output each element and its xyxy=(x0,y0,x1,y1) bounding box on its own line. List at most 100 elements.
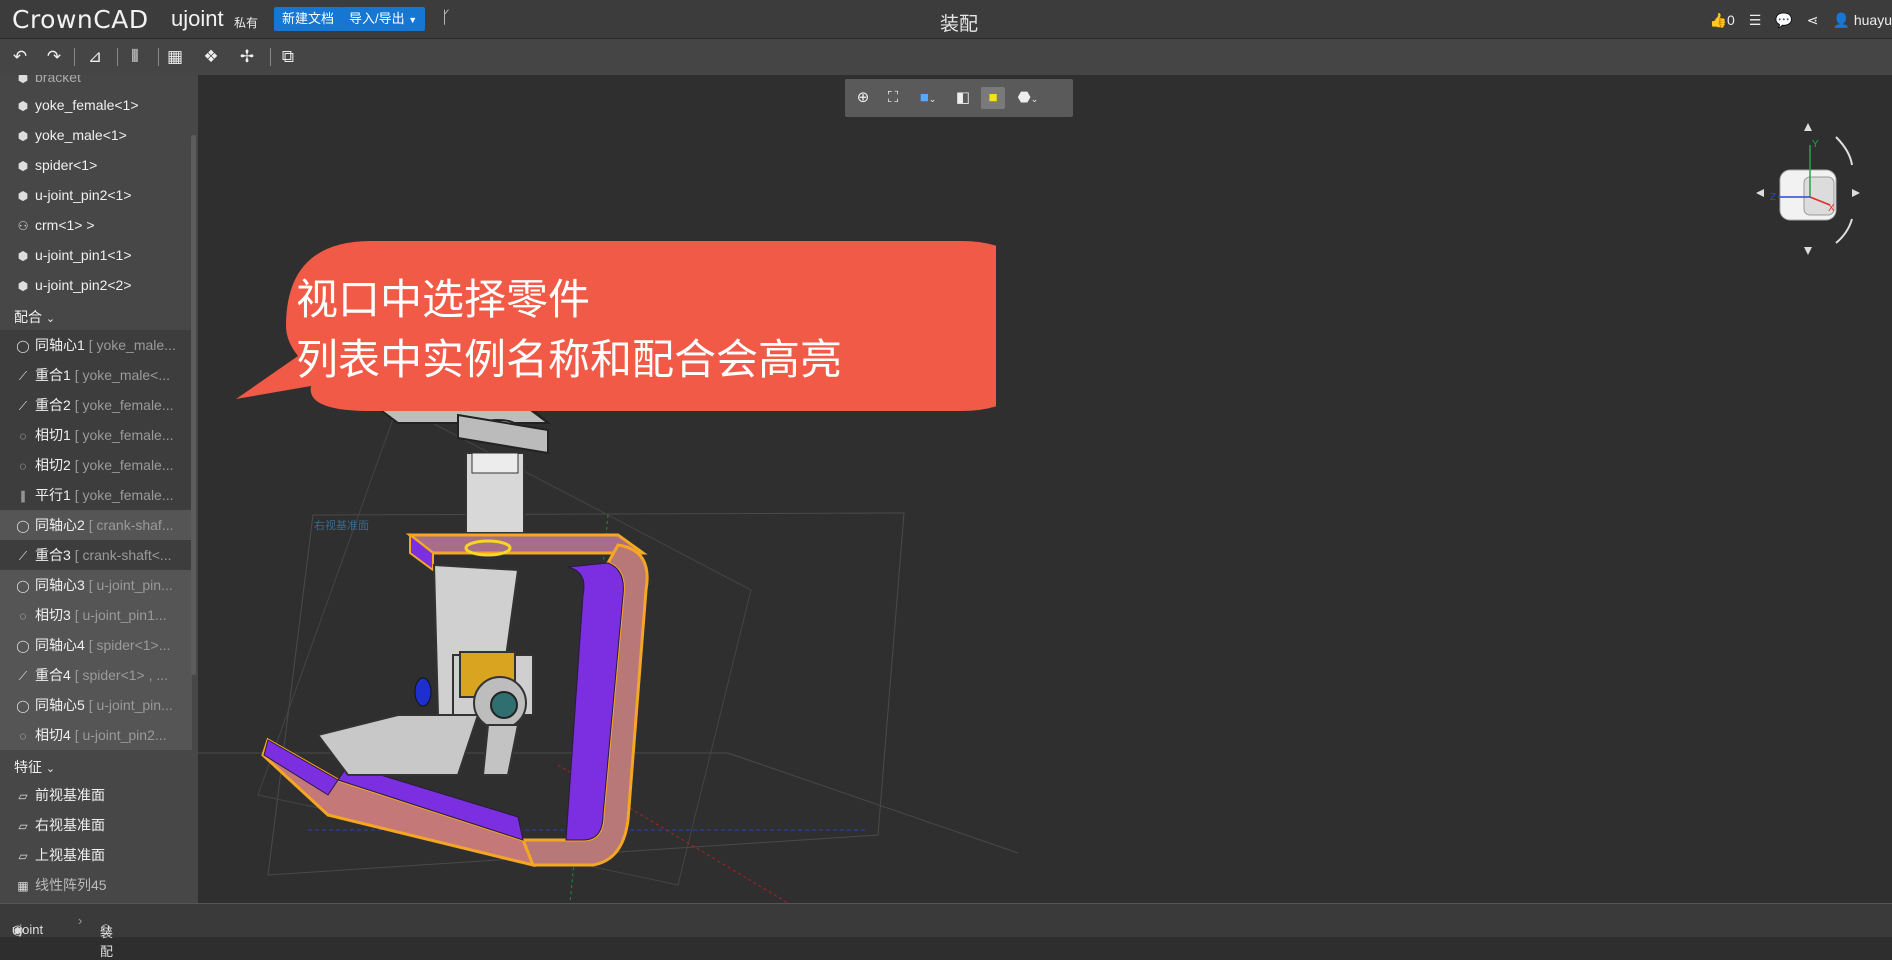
mate-ref: [ crank-shaft<... xyxy=(74,547,172,563)
rotate-right-icon[interactable] xyxy=(1852,189,1860,197)
insert-part-icon[interactable]: ⊿ xyxy=(84,46,106,68)
tree-item-feature[interactable]: ▦ 线性阵列45 xyxy=(0,870,192,900)
list-icon[interactable]: ☰ xyxy=(1749,12,1762,29)
document-name[interactable]: ujoint xyxy=(171,6,224,32)
mate-label: 重合4 xyxy=(35,667,71,683)
display-style-icon[interactable]: ⬣⌄ xyxy=(1011,87,1045,109)
part-icon: ⬢ xyxy=(17,279,29,293)
rotate-left-icon[interactable] xyxy=(1756,189,1764,197)
mate-item[interactable]: ◯ 同轴心1 [ yoke_male... xyxy=(0,330,192,360)
undo-icon[interactable]: ↶ xyxy=(9,46,31,68)
part-icon: ⬢ xyxy=(17,189,29,203)
section-view-icon[interactable]: ◧ xyxy=(951,87,975,109)
share-icon[interactable]: ⋖ xyxy=(1807,12,1819,29)
like-button[interactable]: 👍0 xyxy=(1710,12,1735,29)
grid-pattern-icon[interactable]: ▦ xyxy=(164,46,186,68)
circular-pattern-icon[interactable]: ✢ xyxy=(236,46,258,68)
tree-item-part[interactable]: ⬢ u-joint_pin2<1> xyxy=(0,180,192,210)
tangent-icon: ◌ xyxy=(19,609,27,623)
feature-label: 右视基准面 xyxy=(35,817,105,833)
rotate-up-icon[interactable] xyxy=(1804,123,1812,131)
u-joint-pin[interactable] xyxy=(490,691,518,719)
features-section-header[interactable]: 特征 ⌄ xyxy=(14,757,55,777)
part-label: yoke_male<1> xyxy=(35,127,127,143)
yoke-male-arm xyxy=(481,724,520,776)
view-cube[interactable]: Y Z X xyxy=(1748,115,1868,265)
assembly-model[interactable]: 右视基准面 xyxy=(198,75,1892,903)
import-export-button[interactable]: 导入/导出 ▼ xyxy=(341,7,426,31)
zoom-icon[interactable]: ⊕ xyxy=(851,87,875,109)
tree-item-subassembly[interactable]: ⚇ crm<1> > xyxy=(0,210,192,240)
tree-item-feature[interactable]: ▱ 前视基准面 xyxy=(0,780,192,810)
mate-item-highlighted[interactable]: ◯ 同轴心3 [ u-joint_pin... xyxy=(0,570,192,600)
mates-section-header[interactable]: 配合 ⌄ xyxy=(14,307,55,327)
mate-item-highlighted[interactable]: ⟋ 重合4 [ spider<1> , ... xyxy=(0,660,192,690)
callout-line-2: 列表中实例名称和配合会高亮 xyxy=(296,335,843,384)
roll-ccw-icon[interactable] xyxy=(1835,218,1853,244)
shaded-display-icon[interactable]: ■ xyxy=(981,87,1005,109)
features-section-label: 特征 xyxy=(14,759,42,775)
new-document-button[interactable]: 新建文档 xyxy=(274,7,343,31)
u-joint-pin[interactable] xyxy=(414,677,432,707)
tree-item-feature[interactable]: ▱ 上视基准面 xyxy=(0,840,192,870)
mate-item[interactable]: ◌ 相切2 [ yoke_female... xyxy=(0,450,192,480)
mate-item-highlighted[interactable]: ◌ 相切4 [ u-joint_pin2... xyxy=(0,720,192,750)
tree-item-part[interactable]: ⬢ u-joint_pin1<1> xyxy=(0,240,192,270)
mate-item[interactable]: ∥ 平行1 [ yoke_female... xyxy=(0,480,192,510)
comment-icon[interactable]: 💬 xyxy=(1775,12,1792,29)
branch-icon[interactable]: ᚴ xyxy=(441,8,451,28)
redo-icon[interactable]: ↷ xyxy=(43,46,65,68)
mate-item-highlighted[interactable]: ◯ 同轴心4 [ spider<1>... xyxy=(0,630,192,660)
x-axis-label: X xyxy=(1828,203,1835,214)
tree-item-part[interactable]: ⬢ spider<1> xyxy=(0,150,192,180)
mate-item-highlighted[interactable]: ◯ 同轴心5 [ u-joint_pin... xyxy=(0,690,192,720)
tangent-icon: ◌ xyxy=(19,459,27,473)
feature-label: 前视基准面 xyxy=(35,787,105,803)
view-orientation-icon[interactable]: ■⌄ xyxy=(911,87,945,109)
toolbar-divider xyxy=(117,48,118,66)
mate-item[interactable]: ⟋ 重合2 [ yoke_female... xyxy=(0,390,192,420)
part-label: u-joint_pin1<1> xyxy=(35,247,132,263)
plane-label: 右视基准面 xyxy=(314,518,369,532)
mate-item[interactable]: ⟋ 重合3 [ crank-shaft<... xyxy=(0,540,192,570)
tree-item-part[interactable]: ⬢ yoke_female<1> xyxy=(0,90,192,120)
chevron-down-icon: ▼ xyxy=(408,15,418,25)
mate-ref: [ u-joint_pin... xyxy=(88,697,173,713)
yoke-male-body[interactable] xyxy=(316,714,480,776)
callout-text: 视口中选择零件 列表中实例名称和配合会高亮 xyxy=(296,270,842,390)
mate-item[interactable]: ⟋ 重合1 [ yoke_male<... xyxy=(0,360,192,390)
sidebar-scrollbar[interactable] xyxy=(191,135,196,675)
yoke-female-top[interactable] xyxy=(405,533,648,555)
mate-label: 平行1 xyxy=(35,487,71,503)
rotate-down-icon[interactable] xyxy=(1804,247,1812,255)
concentric-icon: ◯ xyxy=(16,339,30,353)
app-logo[interactable]: CrownCAD xyxy=(12,5,149,34)
concentric-icon: ◯ xyxy=(16,579,30,593)
shaft-collar xyxy=(471,452,519,474)
tangent-icon: ◌ xyxy=(19,729,27,743)
mate-item-highlighted[interactable]: ◯ 同轴心2 [ crank-shaf... xyxy=(0,510,192,540)
mate-item[interactable]: ◌ 相切1 [ yoke_female... xyxy=(0,420,192,450)
user-name: huayu xyxy=(1853,11,1892,28)
plane-icon: ▱ xyxy=(18,789,28,803)
tree-item-part[interactable]: ⬢ u-joint_pin2<2> xyxy=(0,270,192,300)
coincident-icon: ⟋ xyxy=(18,549,28,563)
part-icon: ⬢ xyxy=(17,99,29,113)
toolbar-divider xyxy=(270,48,271,66)
roll-cw-icon[interactable] xyxy=(1835,136,1853,166)
chevron-down-icon: ⌄ xyxy=(45,763,56,775)
tree-item-part[interactable]: ⬢ yoke_male<1> xyxy=(0,120,192,150)
mate-icon[interactable]: ❖ xyxy=(200,46,222,68)
plane-icon: ▱ xyxy=(18,849,28,863)
mirror-icon[interactable]: ⫴ xyxy=(124,46,146,68)
assembly-icon: ⚇ xyxy=(17,219,29,233)
fit-view-icon[interactable]: ⛶ xyxy=(881,87,905,109)
tree-item-feature[interactable]: ▱ 右视基准面 xyxy=(0,810,192,840)
mate-item-highlighted[interactable]: ◌ 相切3 [ u-joint_pin1... xyxy=(0,600,192,630)
feature-label: 线性阵列45 xyxy=(35,877,107,893)
user-menu[interactable]: 👤 huayu xyxy=(1833,12,1892,29)
mate-ref: [ yoke_male... xyxy=(88,337,176,353)
3d-viewport[interactable]: 右视基准面 ⊕ ⛶ ■⌄ ◧ ■ ⬣⌄ Y Z X xyxy=(198,75,1892,903)
explode-view-icon[interactable]: ⧉ xyxy=(277,46,299,68)
viewport-toolbar: ⊕ ⛶ ■⌄ ◧ ■ ⬣⌄ xyxy=(845,79,1073,117)
